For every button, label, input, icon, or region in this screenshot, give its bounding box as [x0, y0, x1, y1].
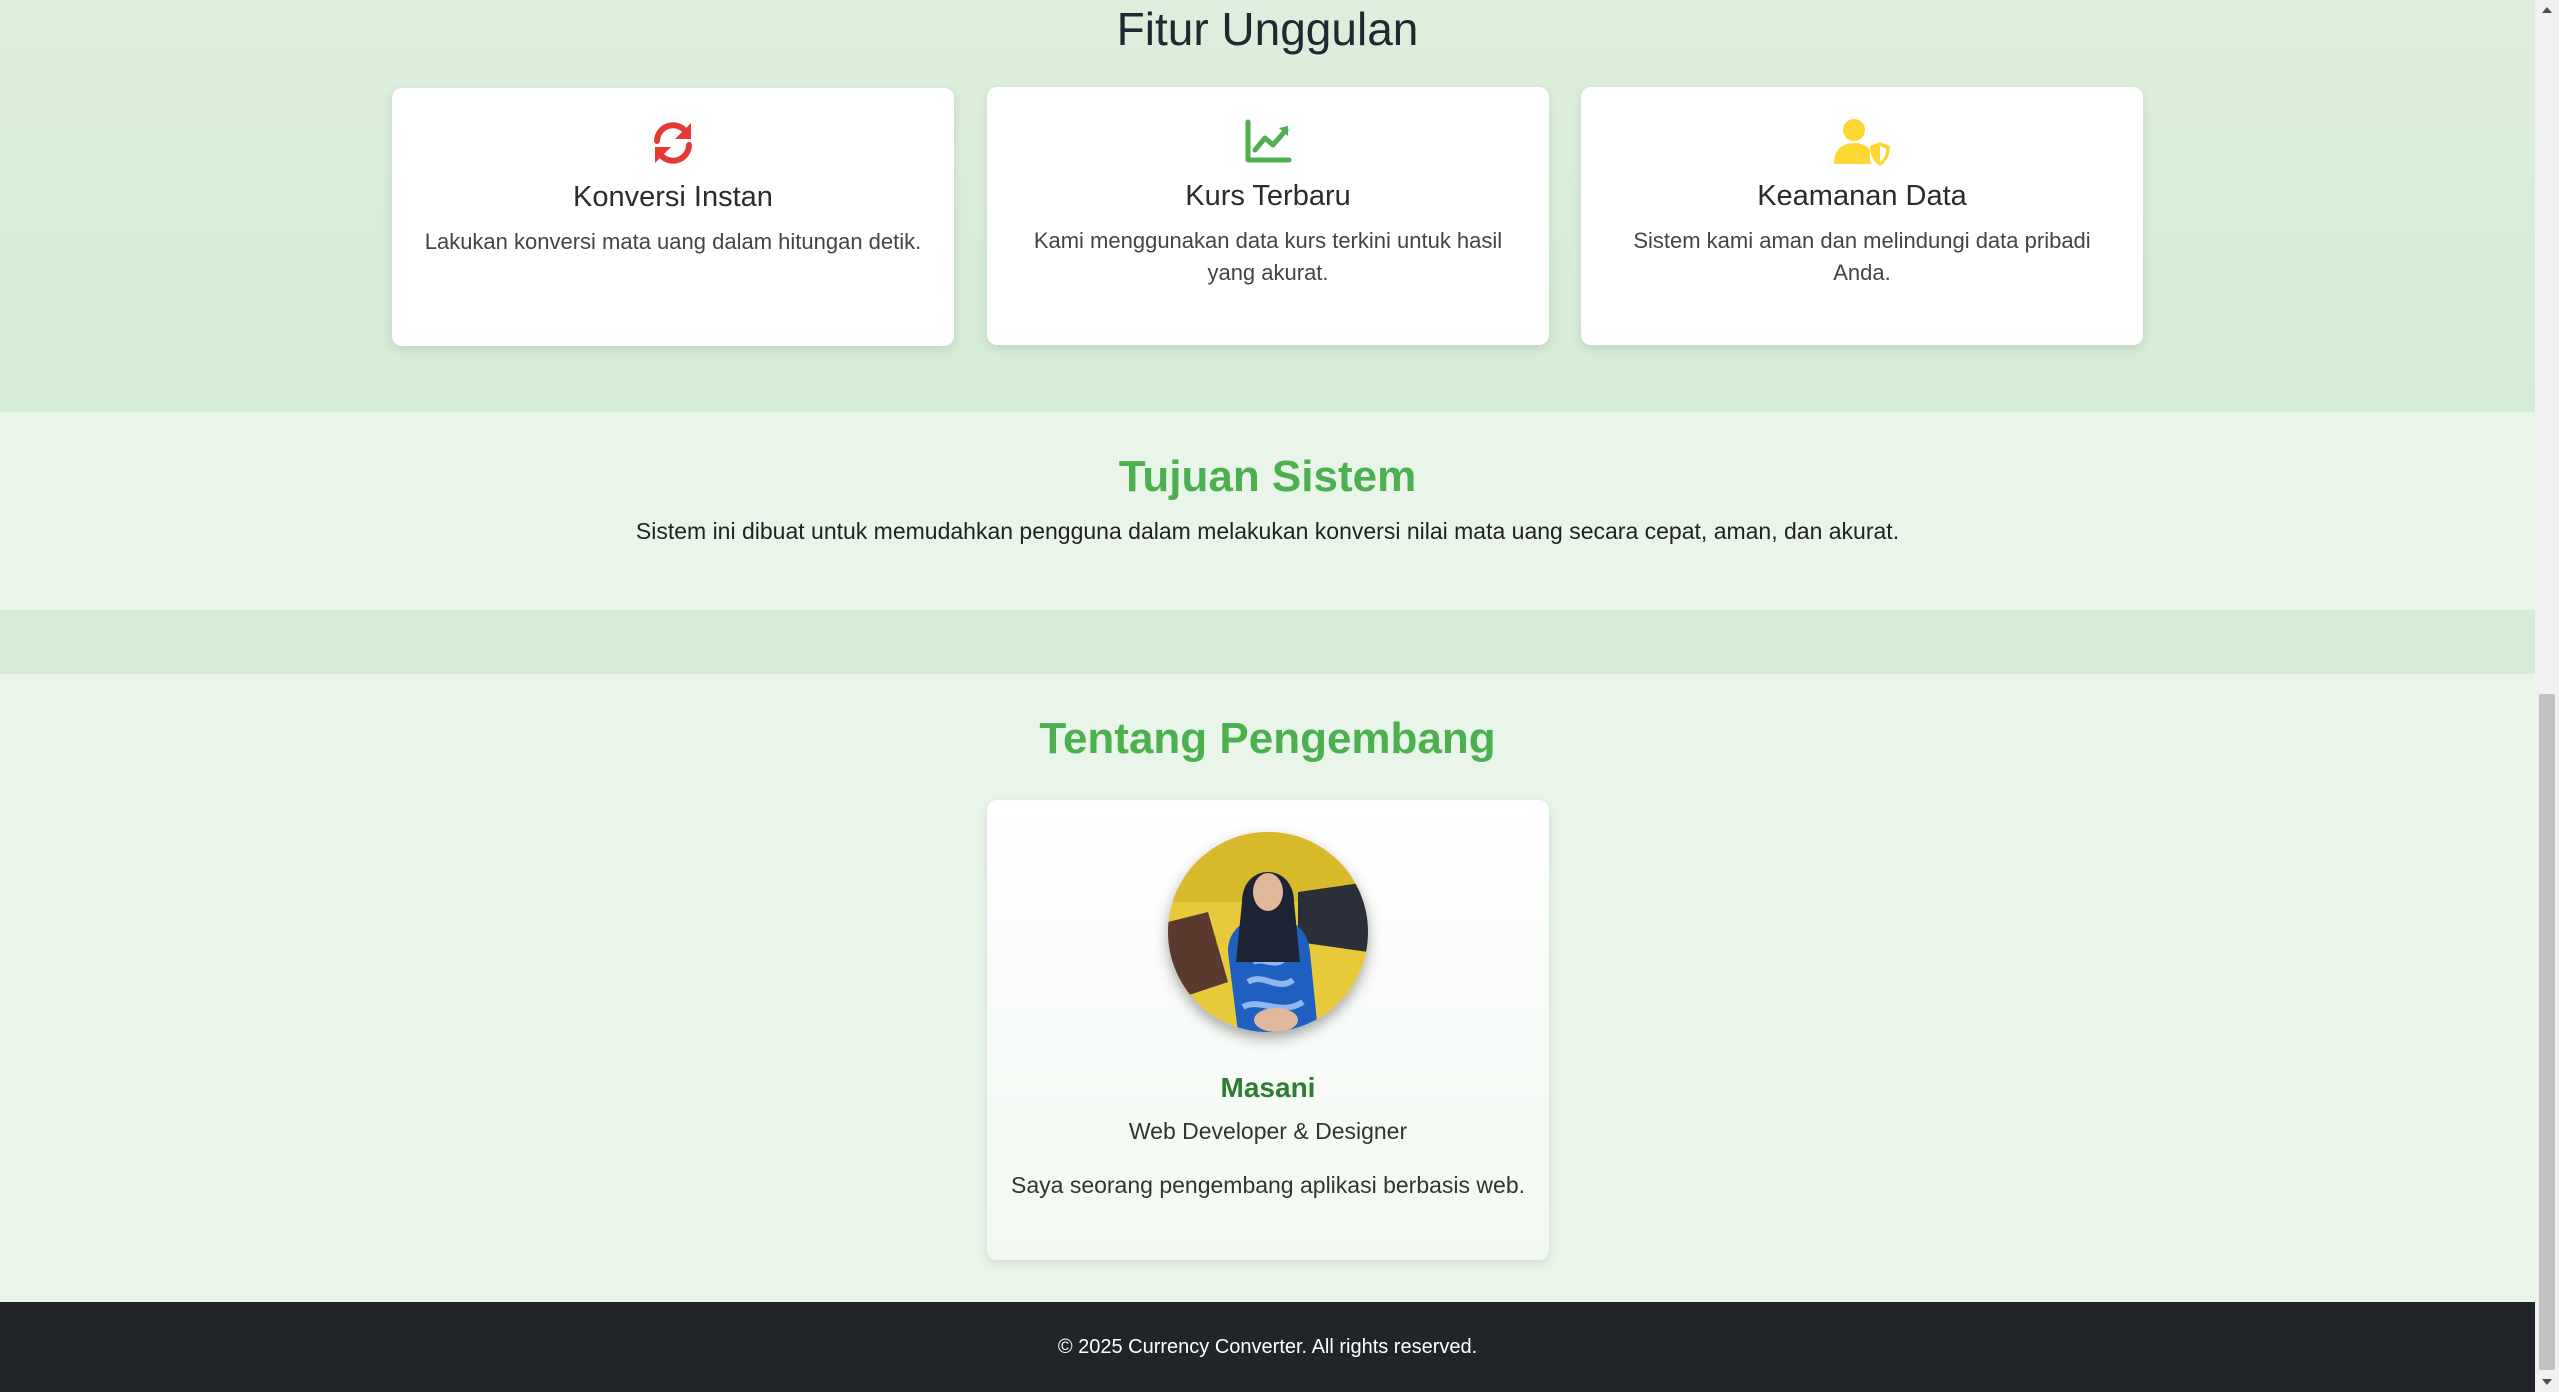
section-divider — [0, 610, 2535, 674]
vertical-scrollbar[interactable] — [2535, 0, 2559, 1392]
feature-title: Keamanan Data — [1757, 180, 1967, 212]
feature-card-data-security: Keamanan Data Sistem kami aman dan melin… — [1581, 87, 2143, 345]
page: Fitur Unggulan Konversi Instan Lakukan k… — [0, 0, 2535, 1392]
developer-photo — [1168, 832, 1368, 1032]
feature-title: Kurs Terbaru — [1185, 180, 1351, 212]
developer-name: Masani — [1220, 1072, 1316, 1103]
scroll-up-arrow-icon[interactable] — [2535, 0, 2559, 20]
scrollbar-thumb[interactable] — [2539, 694, 2555, 1370]
feature-title: Konversi Instan — [573, 181, 773, 213]
developer-title: Tentang Pengembang — [1039, 714, 1496, 763]
feature-card-latest-rates: Kurs Terbaru Kami menggunakan data kurs … — [987, 87, 1549, 345]
feature-description: Lakukan konversi mata uang dalam hitunga… — [424, 229, 922, 254]
features-section: Fitur Unggulan Konversi Instan Lakukan k… — [0, 0, 2535, 412]
footer: © 2025 Currency Converter. All rights re… — [0, 1302, 2535, 1392]
developer-role: Web Developer & Designer — [1128, 1118, 1408, 1144]
developer-card: Masani Web Developer & Designer Saya seo… — [987, 800, 1549, 1260]
feature-description: Kami menggunakan data kurs terkini untuk… — [1033, 228, 1503, 285]
scroll-down-arrow-icon[interactable] — [2535, 1372, 2559, 1392]
chart-line-icon — [1245, 119, 1292, 163]
purpose-title: Tujuan Sistem — [1118, 452, 1417, 501]
avatar — [1168, 832, 1368, 1032]
user-shield-icon — [1834, 119, 1890, 166]
feature-description: Sistem kami aman dan melindungi data pri… — [1633, 228, 2091, 285]
features-title: Fitur Unggulan — [1116, 3, 1419, 55]
developer-section: Tentang Pengembang Masani Web Developer — [0, 674, 2535, 1302]
sync-icon — [654, 122, 692, 164]
feature-card-instant-conversion: Konversi Instan Lakukan konversi mata ua… — [392, 88, 954, 346]
purpose-section: Tujuan Sistem Sistem ini dibuat untuk me… — [0, 412, 2535, 610]
footer-copyright: © 2025 Currency Converter. All rights re… — [1057, 1336, 1478, 1358]
developer-bio: Saya seorang pengembang aplikasi berbasi… — [1011, 1172, 1525, 1198]
purpose-text: Sistem ini dibuat untuk memudahkan pengg… — [635, 518, 1900, 544]
